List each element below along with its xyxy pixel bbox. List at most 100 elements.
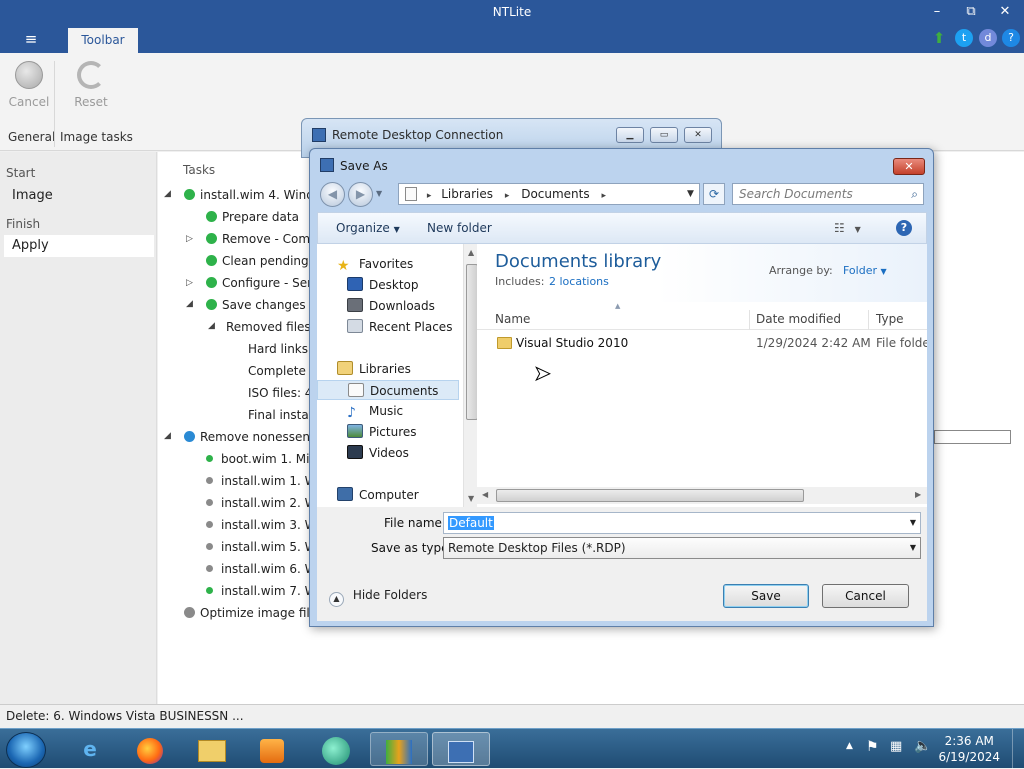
collapse-arrow-icon[interactable]: ◢ bbox=[164, 189, 171, 199]
refresh-icon[interactable]: ⟳ bbox=[703, 183, 725, 205]
nav-videos[interactable]: Videos bbox=[317, 443, 459, 463]
expand-arrow-icon[interactable]: ▷ bbox=[186, 234, 193, 244]
tray-expand-icon[interactable]: ▲ bbox=[846, 741, 853, 751]
update-arrow-icon[interactable]: ⬆ bbox=[930, 29, 948, 47]
task-row[interactable]: Save changes t bbox=[206, 295, 314, 315]
task-row[interactable]: install.wim 5. W bbox=[206, 537, 317, 557]
network-icon[interactable]: ▦ bbox=[890, 739, 902, 754]
address-dropdown-icon[interactable]: ▼ bbox=[687, 184, 694, 204]
scroll-down-icon[interactable]: ▼ bbox=[468, 494, 474, 503]
task-row[interactable]: Removed files bbox=[226, 317, 311, 337]
task-row[interactable]: Configure - Ser bbox=[206, 273, 312, 293]
save-button[interactable]: Save bbox=[723, 584, 809, 608]
task-row[interactable]: Remove nonessent bbox=[184, 427, 315, 447]
collapse-arrow-icon[interactable]: ◢ bbox=[186, 299, 193, 309]
nav-item-image[interactable]: Image bbox=[4, 185, 154, 207]
nav-recent-places[interactable]: Recent Places bbox=[317, 317, 459, 337]
rdc-minimize-button[interactable]: ▁ bbox=[616, 127, 644, 143]
show-desktop-button[interactable] bbox=[1012, 729, 1024, 769]
task-row[interactable]: Final insta bbox=[248, 405, 309, 425]
address-bar[interactable]: ▸ Libraries ▸ Documents ▸ ▼ bbox=[398, 183, 700, 205]
file-explorer-icon[interactable] bbox=[186, 732, 238, 766]
chevron-down-icon[interactable]: ▼ bbox=[910, 513, 916, 533]
column-name[interactable]: Name bbox=[495, 312, 530, 326]
search-input[interactable]: Search Documents ⌕ bbox=[732, 183, 924, 205]
nav-music[interactable]: ♪ Music bbox=[317, 401, 459, 421]
reset-button[interactable]: Reset bbox=[65, 61, 117, 109]
file-list-hscrollbar[interactable]: ◀ ▶ bbox=[477, 487, 927, 504]
help-icon[interactable]: ? bbox=[896, 220, 912, 236]
chevron-down-icon[interactable]: ▼ bbox=[910, 538, 916, 558]
file-row[interactable]: Visual Studio 2010 1/29/2024 2:42 AM Fil… bbox=[477, 333, 927, 355]
nav-documents[interactable]: Documents bbox=[317, 380, 459, 400]
action-center-flag-icon[interactable]: ⚑ bbox=[866, 739, 879, 755]
collapse-arrow-icon[interactable]: ◢ bbox=[164, 431, 171, 441]
nav-pictures[interactable]: Pictures bbox=[317, 422, 459, 442]
collapse-arrow-icon[interactable]: ◢ bbox=[208, 321, 215, 331]
task-row[interactable]: Clean pending bbox=[206, 251, 309, 271]
nav-libraries[interactable]: Libraries bbox=[317, 359, 459, 379]
rdc-close-button[interactable]: ✕ bbox=[684, 127, 712, 143]
task-row[interactable]: Prepare data bbox=[206, 207, 299, 227]
back-icon[interactable]: ◀ bbox=[320, 182, 345, 207]
help-icon[interactable]: ? bbox=[1002, 29, 1020, 47]
save-type-select[interactable]: Remote Desktop Files (*.RDP) ▼ bbox=[443, 537, 921, 559]
cancel-button[interactable]: Cancel bbox=[822, 584, 909, 608]
scroll-right-icon[interactable]: ▶ bbox=[915, 490, 921, 499]
task-row[interactable]: Remove - Com bbox=[206, 229, 310, 249]
task-row[interactable]: install.wim 2. W bbox=[206, 493, 317, 513]
nav-computer[interactable]: Computer bbox=[317, 485, 459, 505]
task-row[interactable]: boot.wim 1. Mi bbox=[206, 449, 309, 469]
task-row[interactable]: install.wim 1. W bbox=[206, 471, 317, 491]
nav-item-apply[interactable]: Apply bbox=[4, 235, 154, 257]
firefox-icon[interactable] bbox=[124, 732, 176, 766]
locations-link[interactable]: 2 locations bbox=[549, 275, 609, 288]
task-row[interactable]: Optimize image file s bbox=[184, 603, 327, 623]
expand-arrow-icon[interactable]: ▷ bbox=[186, 278, 193, 288]
volume-muted-icon[interactable]: 🔈 bbox=[914, 738, 931, 754]
nav-downloads[interactable]: Downloads bbox=[317, 296, 459, 316]
discord-icon[interactable]: d bbox=[979, 29, 997, 47]
view-options-icon[interactable]: ☷ ▼ bbox=[834, 221, 861, 235]
app-globe-icon[interactable] bbox=[310, 732, 362, 766]
task-row[interactable]: install.wim 3. W bbox=[206, 515, 317, 535]
scroll-thumb[interactable] bbox=[496, 489, 804, 502]
arrange-by-dropdown[interactable]: Folder ▼ bbox=[843, 264, 887, 277]
start-button[interactable] bbox=[6, 732, 46, 768]
new-folder-button[interactable]: New folder bbox=[427, 221, 492, 235]
dialog-close-button[interactable]: ✕ bbox=[893, 158, 925, 175]
cancel-button[interactable]: Cancel bbox=[3, 61, 55, 109]
column-type[interactable]: Type bbox=[876, 312, 904, 326]
rdc-maximize-button[interactable]: ▭ bbox=[650, 127, 678, 143]
column-date-modified[interactable]: Date modified bbox=[756, 312, 841, 326]
rdc-taskbar-icon[interactable] bbox=[432, 732, 490, 766]
media-player-icon[interactable] bbox=[246, 732, 298, 766]
task-row[interactable]: install.wim 6. W bbox=[206, 559, 317, 579]
nav-favorites[interactable]: ★ Favorites bbox=[317, 254, 459, 274]
task-row[interactable]: install.wim 7. W bbox=[206, 581, 317, 601]
nav-desktop[interactable]: Desktop bbox=[317, 275, 459, 295]
hide-folders-button[interactable]: ▲ Hide Folders bbox=[329, 588, 427, 607]
task-row[interactable]: Complete bbox=[248, 361, 306, 381]
maximize-button[interactable]: ⧉ bbox=[954, 0, 988, 24]
ntlite-taskbar-icon[interactable] bbox=[370, 732, 428, 766]
task-row[interactable]: ISO files: 4 bbox=[248, 383, 312, 403]
tab-toolbar[interactable]: Toolbar bbox=[68, 28, 138, 53]
organize-button[interactable]: Organize ▼ bbox=[336, 221, 400, 235]
minimize-button[interactable]: – bbox=[920, 0, 954, 24]
file-name-input[interactable]: Default ▼ bbox=[443, 512, 921, 534]
rdc-app-icon bbox=[312, 128, 326, 142]
breadcrumb-documents[interactable]: Documents bbox=[521, 187, 589, 201]
hamburger-menu-icon[interactable]: ≡ bbox=[14, 30, 48, 50]
scroll-up-icon[interactable]: ▲ bbox=[468, 248, 474, 257]
recent-dropdown-icon[interactable]: ▼ bbox=[376, 189, 382, 198]
close-button[interactable]: ✕ bbox=[988, 0, 1022, 24]
breadcrumb-libraries[interactable]: Libraries bbox=[441, 187, 493, 201]
twitter-icon[interactable]: t bbox=[955, 29, 973, 47]
scroll-left-icon[interactable]: ◀ bbox=[482, 490, 488, 499]
forward-icon[interactable]: ▶ bbox=[348, 182, 373, 207]
task-row[interactable]: Hard links bbox=[248, 339, 308, 359]
internet-explorer-icon[interactable]: e bbox=[64, 732, 116, 766]
task-row[interactable]: install.wim 4. Windo bbox=[184, 185, 321, 205]
taskbar-clock[interactable]: 2:36 AM 6/19/2024 bbox=[938, 733, 1000, 765]
